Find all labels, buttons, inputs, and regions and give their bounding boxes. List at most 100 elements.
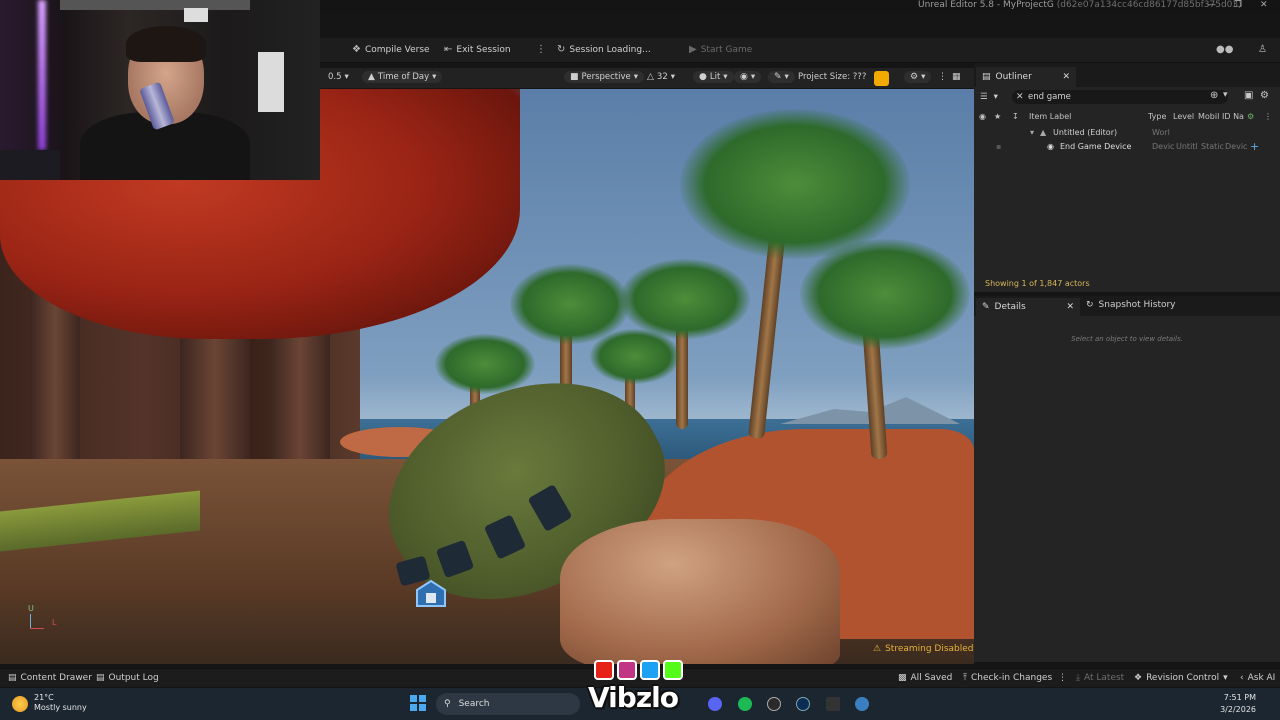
tools-dropdown[interactable]: ✎ ▾	[768, 71, 795, 83]
palm-crown	[800, 239, 970, 349]
start-button[interactable]	[410, 695, 426, 711]
tab-snapshot-history[interactable]: ↻ Snapshot History	[1086, 300, 1176, 310]
exit-session-button[interactable]: ⇤ Exit Session	[444, 44, 511, 55]
gear-icon[interactable]: ⚙	[1260, 90, 1269, 101]
compile-verse-label: Compile Verse	[364, 44, 430, 55]
vertical-dots-icon: ⋮	[1058, 673, 1067, 683]
tab-outliner[interactable]: ▤ Outliner ✕	[976, 67, 1076, 87]
revision-control-button[interactable]: ❖ Revision Control ▾	[1134, 673, 1228, 683]
more-options-button[interactable]: ⋮	[536, 44, 546, 55]
col-id-name[interactable]: ID Na	[1222, 112, 1244, 121]
minimize-button[interactable]: —	[1207, 0, 1216, 10]
fov-dropdown[interactable]: △ 32 ▾	[647, 72, 675, 82]
folder-add-icon[interactable]: ▣	[1244, 90, 1253, 101]
webcam-overlay	[0, 0, 320, 180]
device-type: Devic	[1152, 142, 1175, 151]
add-filter-icon[interactable]: ⊕	[1210, 90, 1218, 101]
chevron-down-icon[interactable]: ▾	[994, 92, 998, 102]
all-saved-button[interactable]: ▩ All Saved	[898, 673, 952, 683]
epic-app-icon[interactable]	[826, 697, 840, 711]
device-level: Untitl	[1176, 142, 1198, 151]
close-window-button[interactable]: ✕	[1260, 0, 1268, 10]
start-game-button[interactable]: ▶ Start Game	[689, 44, 752, 55]
content-drawer-button[interactable]: ▤ Content Drawer	[8, 673, 92, 683]
compile-verse-button[interactable]: ❖ Compile Verse	[352, 44, 430, 55]
snap-toggle-button[interactable]	[874, 71, 889, 86]
chevron-down-icon[interactable]: ▾	[1030, 128, 1034, 137]
column-settings-icon[interactable]: ⚙	[1247, 112, 1254, 121]
at-latest-button[interactable]: ⤓ At Latest	[1076, 673, 1124, 683]
compile-icon: ❖	[352, 44, 361, 55]
col-type[interactable]: Type	[1148, 112, 1166, 121]
tab-details[interactable]: ✎ Details ✕	[976, 298, 1080, 316]
clear-search-icon[interactable]: ✕	[1016, 90, 1024, 104]
outliner-search-value: end game	[1028, 92, 1071, 102]
streamer-brand-logo: Vibzlo	[588, 660, 694, 718]
check-in-button[interactable]: ⤒ Check-in Changes	[963, 673, 1052, 683]
discord-app-icon[interactable]	[708, 697, 722, 711]
spotify-app-icon[interactable]	[738, 697, 752, 711]
lit-dropdown[interactable]: ● Lit ▾	[693, 71, 734, 83]
browser-app-icon[interactable]	[855, 697, 869, 711]
brand-name: Vibzlo	[588, 681, 679, 714]
filter-icon[interactable]: ☰	[980, 92, 988, 102]
webcam-led-light	[38, 0, 46, 150]
palm-crown	[620, 259, 750, 339]
maximize-button[interactable]: ❐	[1234, 0, 1242, 10]
all-saved-label: All Saved	[910, 673, 953, 683]
check-in-label: Check-in Changes	[970, 673, 1053, 683]
social-icons	[594, 660, 683, 680]
youtube-icon	[594, 660, 614, 680]
system-clock[interactable]: 7:51 PM 3/2/2026	[1220, 692, 1256, 716]
ask-ai-button[interactable]: ‹ Ask AI	[1240, 673, 1275, 683]
screen: Unreal Editor 5.8 - MyProjectG (d62e07a1…	[0, 0, 1280, 720]
gear-icon: ⚙	[910, 72, 919, 82]
visibility-icon: ◉	[979, 112, 986, 121]
time-of-day-label: Time of Day	[377, 72, 430, 82]
col-level[interactable]: Level	[1173, 112, 1194, 121]
viewport-options-button[interactable]: ⋮	[938, 72, 947, 82]
github-app-icon[interactable]	[767, 697, 781, 711]
time-of-day-dropdown[interactable]: ▲ Time of Day ▾	[362, 71, 443, 83]
weather-desc: Mostly sunny	[34, 703, 87, 712]
close-icon[interactable]: ✕	[1066, 302, 1074, 312]
more-options-button[interactable]: ⋮	[1058, 673, 1067, 683]
visibility-toggle[interactable]: ▪	[996, 142, 1001, 151]
column-options-icon[interactable]: ⋮	[1264, 112, 1272, 121]
show-dropdown[interactable]: ◉ ▾	[734, 71, 762, 83]
end-game-device-icon[interactable]	[413, 578, 449, 608]
weather-widget[interactable]: 21°C Mostly sunny	[12, 693, 87, 713]
profile-button[interactable]: ♙	[1258, 44, 1267, 55]
person-icon: ▲	[368, 72, 375, 82]
add-icon[interactable]: +	[1250, 140, 1259, 153]
perspective-label: Perspective	[581, 72, 631, 82]
unreal-app-icon[interactable]	[796, 697, 810, 711]
sun-icon	[12, 696, 28, 712]
outliner-row-world[interactable]: ▾ ▲ Untitled (Editor) Worl	[974, 127, 1280, 141]
play-icon: ▶	[689, 44, 697, 55]
outliner-row-end-game-device[interactable]: ▪ ◉ End Game Device Devic Untitl Static …	[974, 140, 1280, 155]
col-mobility[interactable]: Mobil	[1198, 112, 1219, 121]
camera-speed-dropdown[interactable]: 0.5 ▾	[328, 72, 349, 82]
sandstone-rock	[560, 519, 840, 664]
close-icon[interactable]: ✕	[1062, 72, 1070, 82]
outliner-search-input[interactable]: ✕ end game	[1012, 90, 1228, 104]
output-log-button[interactable]: ▤ Output Log	[96, 673, 159, 683]
chevron-down-icon: ▾	[344, 72, 349, 82]
at-latest-label: At Latest	[1083, 673, 1125, 683]
users-button[interactable]: ●●	[1216, 44, 1233, 55]
lit-sphere-icon: ●	[699, 72, 707, 82]
layout-button[interactable]: ▦	[952, 72, 961, 82]
col-item-label[interactable]: Item Label	[1029, 112, 1071, 121]
chevron-down-icon[interactable]: ▾	[1223, 90, 1228, 100]
chevron-down-icon: ▾	[432, 72, 437, 82]
perspective-dropdown[interactable]: ■ Perspective ▾	[564, 71, 645, 83]
settings-dropdown[interactable]: ⚙ ▾	[904, 71, 932, 83]
taskbar-search[interactable]: ⚲ Search	[436, 693, 580, 715]
loading-icon: ↻	[557, 44, 566, 55]
chevron-left-icon: ‹	[1240, 673, 1244, 683]
instagram-icon	[617, 660, 637, 680]
project-size-label: Project Size: ???	[798, 72, 867, 82]
camera-speed-value: 0.5	[328, 72, 342, 82]
streaming-warning: ⚠ Streaming Disabled	[873, 644, 974, 654]
